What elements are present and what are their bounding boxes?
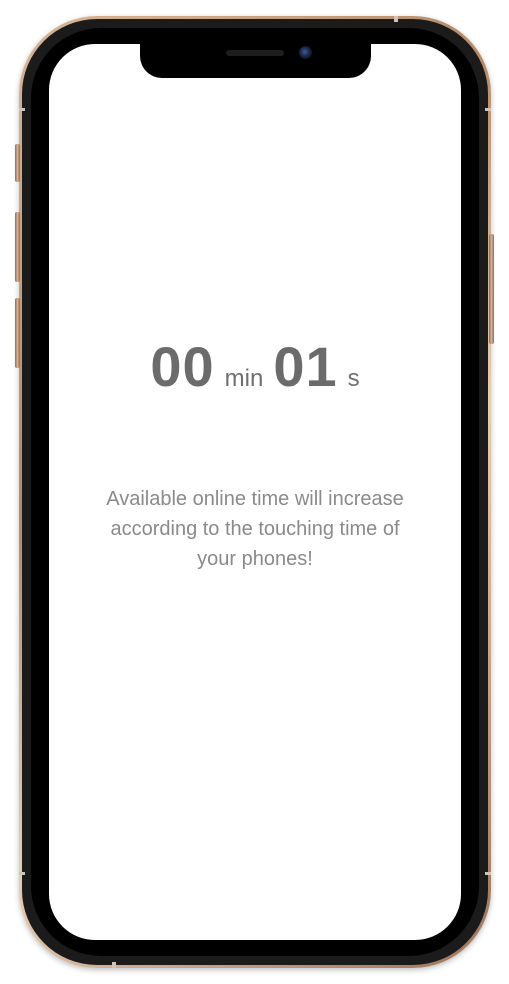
side-power-button <box>489 234 494 344</box>
notch <box>140 36 371 78</box>
timer-seconds: 01 <box>273 335 338 398</box>
mute-switch <box>15 144 20 182</box>
phone-screen: 00 min 01 s Available online time will incr… <box>49 44 461 940</box>
volume-down-button <box>15 298 20 368</box>
antenna-line-left-bottom <box>19 872 25 875</box>
timer-minutes: 00 <box>150 335 215 398</box>
volume-up-button <box>15 212 20 282</box>
online-time-message: Available online time will increase acco… <box>106 488 404 570</box>
timer-minutes-unit: min <box>224 365 264 392</box>
antenna-line-left-top <box>19 108 25 111</box>
front-camera-icon <box>299 46 312 59</box>
antenna-line-right-bottom <box>485 872 491 875</box>
timer-seconds-unit: s <box>347 365 360 392</box>
antenna-line-right-top <box>485 108 491 111</box>
online-time-timer: 00 min 01 s <box>49 334 461 399</box>
earpiece-speaker-icon <box>226 50 284 56</box>
antenna-line-bottom <box>112 962 116 968</box>
antenna-line-top <box>394 16 398 22</box>
